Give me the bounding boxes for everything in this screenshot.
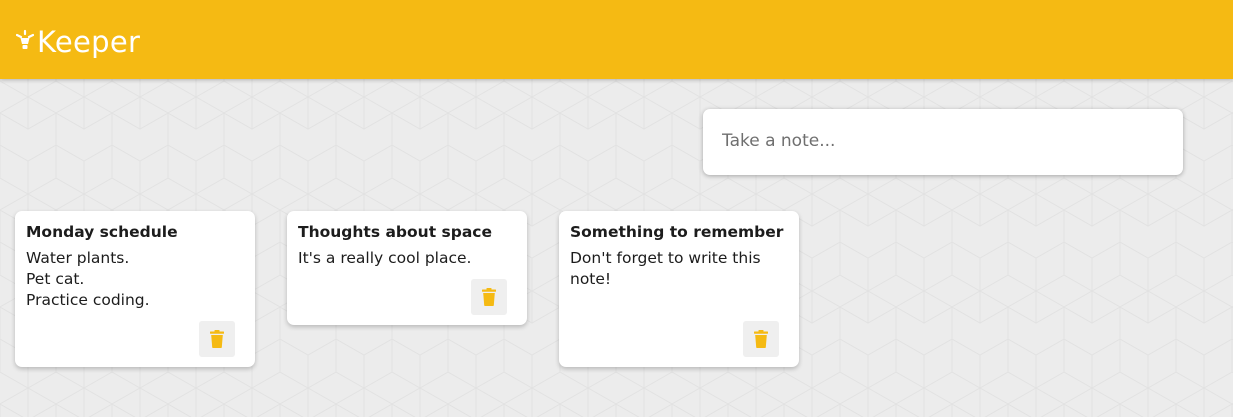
trash-icon	[482, 288, 496, 306]
note-card: Something to remember Don't forget to wr…	[559, 211, 799, 367]
note-title: Monday schedule	[26, 223, 178, 241]
note-title: Something to remember	[570, 223, 784, 241]
take-note-input[interactable]	[722, 123, 1162, 159]
trash-icon	[210, 330, 224, 348]
lightbulb-icon	[16, 29, 34, 49]
delete-note-button[interactable]	[743, 321, 779, 357]
brand: Keeper	[16, 22, 140, 62]
app-header: Keeper	[0, 0, 1233, 79]
trash-icon	[754, 330, 768, 348]
note-card: Monday schedule Water plants. Pet cat. P…	[15, 211, 255, 367]
app-title: Keeper	[37, 25, 141, 59]
note-content: Don't forget to write this note!	[570, 249, 761, 288]
note-content: Water plants. Pet cat. Practice coding.	[26, 249, 150, 309]
note-title: Thoughts about space	[298, 223, 492, 241]
delete-note-button[interactable]	[471, 279, 507, 315]
delete-note-button[interactable]	[199, 321, 235, 357]
note-card: Thoughts about space It's a really cool …	[287, 211, 527, 325]
create-note-form	[703, 109, 1183, 175]
note-content: It's a really cool place.	[298, 249, 472, 267]
